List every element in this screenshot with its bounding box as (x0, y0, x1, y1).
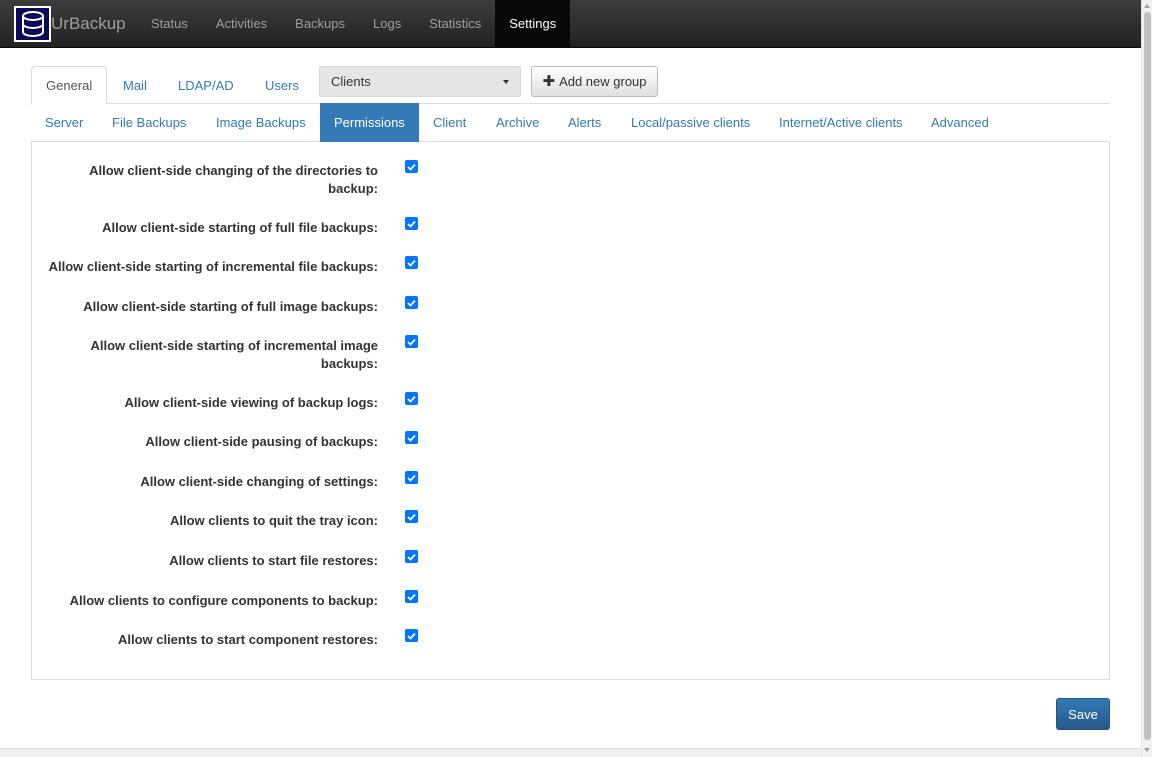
scrollbar-thumb[interactable] (1144, 12, 1151, 740)
permission-label: Allow clients to quit the tray icon: (169, 513, 378, 528)
permission-checkbox[interactable] (405, 296, 418, 309)
nav-status[interactable]: Status (137, 0, 202, 47)
permission-label: Allow client-side starting of full file … (102, 220, 378, 235)
tab-alerts[interactable]: Alerts (554, 103, 615, 142)
permission-label: Allow client-side starting of incrementa… (48, 259, 378, 274)
permission-label: Allow client-side pausing of backups: (145, 434, 378, 449)
permission-label: Allow client-side starting of incrementa… (90, 338, 378, 371)
permission-checkbox[interactable] (405, 510, 418, 523)
caret-down-icon (503, 80, 509, 84)
permission-label: Allow clients to start file restores: (169, 553, 378, 568)
main-nav: Status Activities Backups Logs Statistic… (137, 0, 571, 47)
tab-general[interactable]: General (31, 66, 108, 105)
permission-label: Allow clients to configure components to… (69, 593, 378, 608)
tab-local-passive-clients[interactable]: Local/passive clients (617, 103, 764, 142)
scroll-down-arrow-icon[interactable] (1144, 748, 1150, 752)
permission-label: Allow client-side viewing of backup logs… (124, 395, 378, 410)
permission-checkbox[interactable] (405, 217, 418, 230)
save-button[interactable]: Save (1056, 698, 1110, 730)
nav-statistics[interactable]: Statistics (415, 0, 495, 47)
group-select[interactable]: Clients (319, 66, 521, 97)
permission-label: Allow client-side starting of full image… (83, 299, 378, 314)
page: UrBackup Status Activities Backups Logs … (0, 0, 1141, 757)
tab-image-backups[interactable]: Image Backups (202, 103, 320, 142)
tab-file-backups[interactable]: File Backups (98, 103, 200, 142)
permission-checkbox[interactable] (405, 431, 418, 444)
nav-logs[interactable]: Logs (359, 0, 415, 47)
tab-internet-active-clients[interactable]: Internet/Active clients (765, 103, 917, 142)
scroll-up-arrow-icon[interactable] (1144, 4, 1150, 8)
top-navbar: UrBackup Status Activities Backups Logs … (0, 0, 1141, 48)
group-select-value: Clients (331, 74, 371, 89)
tab-archive[interactable]: Archive (482, 103, 553, 142)
permission-checkbox[interactable] (405, 550, 418, 563)
tab-advanced[interactable]: Advanced (917, 103, 1003, 142)
permission-label: Allow client-side changing of settings: (140, 474, 378, 489)
permissions-panel: Allow client-side changing of the direct… (31, 141, 1110, 680)
tab-permissions[interactable]: Permissions (320, 103, 419, 142)
permission-checkbox[interactable] (405, 629, 418, 642)
database-logo-icon (14, 6, 51, 42)
permission-label: Allow client-side changing of the direct… (89, 163, 378, 196)
tab-client[interactable]: Client (419, 103, 480, 142)
permission-checkbox[interactable] (405, 160, 418, 173)
permission-checkbox[interactable] (405, 471, 418, 484)
brand-name: UrBackup (51, 14, 126, 33)
add-new-group-button[interactable]: ✚ Add new group (531, 66, 658, 97)
tab-ldap-ad[interactable]: LDAP/AD (164, 66, 248, 104)
nav-activities[interactable]: Activities (202, 0, 281, 47)
settings-section-tabs: Server File Backups Image Backups Permis… (31, 103, 1110, 142)
permission-checkbox[interactable] (405, 335, 418, 348)
tab-mail[interactable]: Mail (109, 66, 161, 104)
brand[interactable]: UrBackup (14, 6, 126, 42)
footer (0, 748, 1141, 757)
vertical-scrollbar[interactable] (1141, 0, 1152, 757)
add-new-group-label: Add new group (559, 74, 647, 89)
tab-users[interactable]: Users (251, 66, 313, 104)
tab-server[interactable]: Server (31, 103, 97, 142)
nav-settings[interactable]: Settings (495, 0, 571, 47)
permission-checkbox[interactable] (405, 590, 418, 603)
nav-backups[interactable]: Backups (281, 0, 359, 47)
plus-icon: ✚ (542, 73, 556, 90)
permission-checkbox[interactable] (405, 256, 418, 269)
permission-checkbox[interactable] (405, 392, 418, 405)
permission-label: Allow clients to start component restore… (117, 632, 378, 647)
